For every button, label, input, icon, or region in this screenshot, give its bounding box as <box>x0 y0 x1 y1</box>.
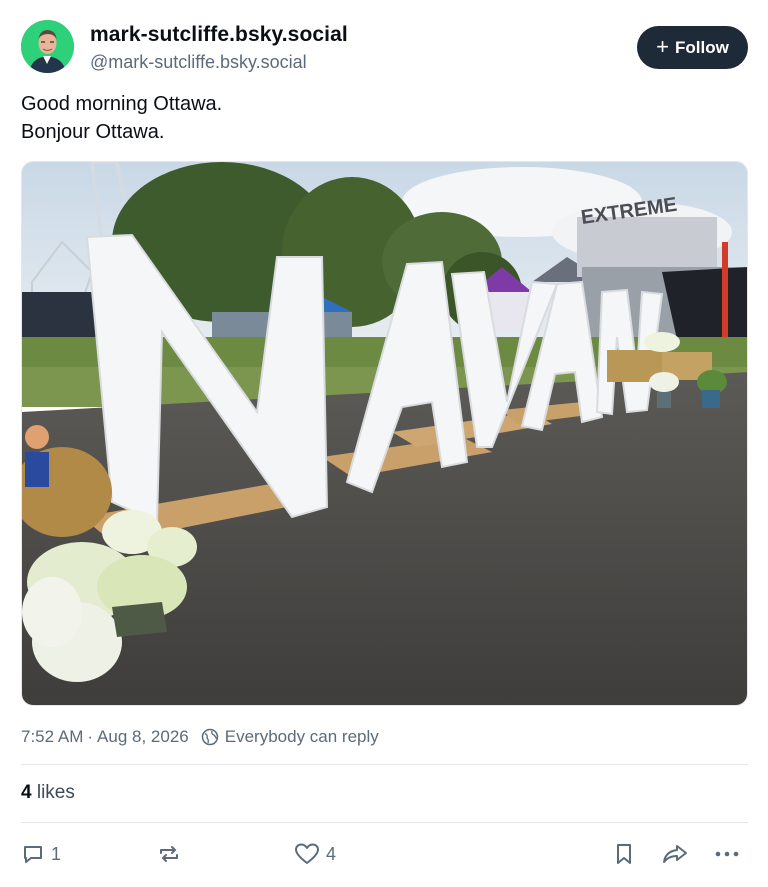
meta-separator: · <box>87 727 94 746</box>
plus-icon: + <box>656 33 670 59</box>
like-icon <box>295 843 319 864</box>
post-image[interactable]: EXTREME <box>21 161 748 706</box>
likes-count: 4 <box>21 782 32 803</box>
handle[interactable]: @mark-sutcliffe.bsky.social <box>90 52 348 73</box>
post-meta: 7:52 AM · Aug 8, 2026 Everybody can repl… <box>21 727 379 747</box>
reply-setting[interactable]: Everybody can reply <box>225 727 379 747</box>
avatar-image <box>21 20 74 73</box>
repost-icon <box>160 846 178 862</box>
follow-button[interactable]: + Follow <box>637 26 748 69</box>
display-name[interactable]: mark-sutcliffe.bsky.social <box>90 23 348 47</box>
reply-button[interactable]: 1 <box>21 838 61 870</box>
reply-icon <box>24 846 42 863</box>
post-time[interactable]: 7:52 AM <box>21 727 83 747</box>
globe-icon <box>201 728 219 746</box>
like-count: 4 <box>326 843 337 864</box>
reply-count: 1 <box>51 843 62 864</box>
likes-label: likes <box>36 782 75 803</box>
likes-stat[interactable]: 4 likes <box>21 782 75 804</box>
share-icon <box>663 845 687 863</box>
post-date[interactable]: Aug 8, 2026 <box>97 727 189 747</box>
bookmark-button[interactable] <box>613 838 635 870</box>
author-info[interactable]: mark-sutcliffe.bsky.social @mark-sutclif… <box>90 23 348 73</box>
action-bar: 1 4 <box>21 838 748 870</box>
avatar[interactable] <box>21 20 74 73</box>
post-header: mark-sutcliffe.bsky.social @mark-sutclif… <box>21 20 748 76</box>
divider-bottom <box>21 822 748 823</box>
more-icon <box>715 851 739 857</box>
post-line-1: Good morning Ottawa. <box>21 93 223 115</box>
like-button[interactable]: 4 <box>294 838 336 870</box>
repost-button[interactable] <box>157 838 187 870</box>
divider-top <box>21 764 748 765</box>
follow-label: Follow <box>675 37 729 57</box>
post-text: Good morning Ottawa. Bonjour Ottawa. <box>21 90 222 146</box>
share-button[interactable] <box>661 838 689 870</box>
more-button[interactable] <box>713 838 741 870</box>
post-line-2: Bonjour Ottawa. <box>21 121 165 143</box>
bookmark-icon <box>617 844 631 864</box>
navan-sign-photo: EXTREME <box>22 162 747 705</box>
